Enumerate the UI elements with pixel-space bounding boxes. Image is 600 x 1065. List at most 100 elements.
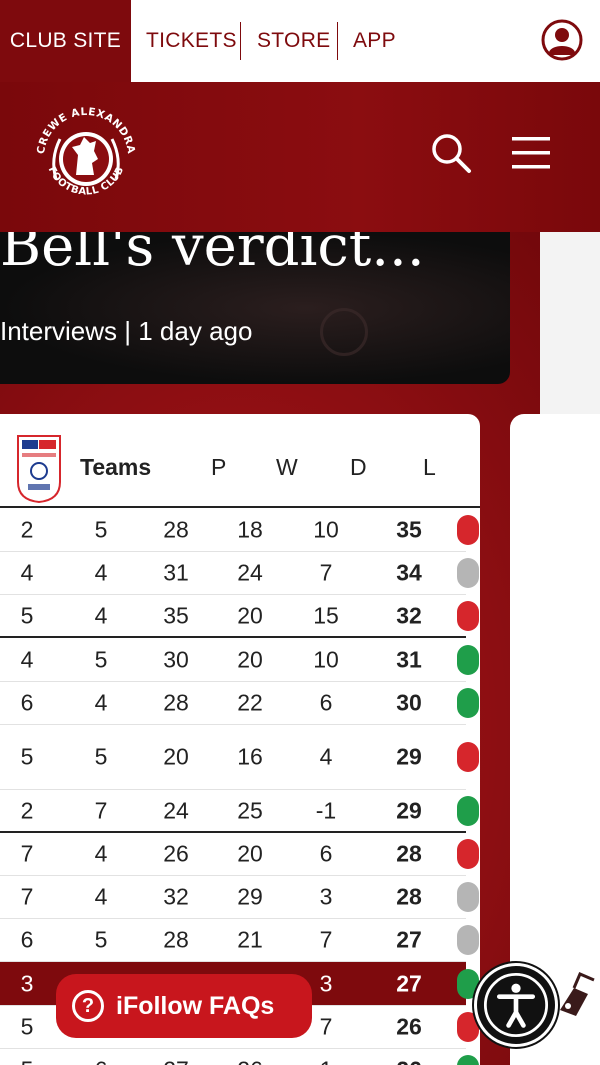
table-row[interactable]: 7 4 26 20 6 28 (0, 833, 479, 876)
drawn-cell: 3 (319, 970, 333, 996)
team-cell: 4 (94, 602, 108, 628)
col-played: P (211, 454, 227, 480)
table-row[interactable]: 2 5 28 18 10 35 (0, 508, 479, 552)
site-header: CREWE ALEXANDRA FOOTBALL CLUB (0, 82, 600, 232)
team-cell: 6 (95, 1057, 108, 1065)
feedback-flag-icon[interactable] (554, 970, 598, 1020)
team-cell: 4 (94, 689, 108, 716)
form-win-icon (457, 644, 479, 675)
table-row[interactable]: 7 4 32 29 3 28 (0, 876, 479, 919)
played-cell: 31 (163, 559, 189, 586)
drawn-cell: -1 (315, 797, 337, 823)
drawn-cell: 7 (319, 1013, 333, 1040)
points-cell: 28 (396, 840, 422, 867)
won-cell: 29 (237, 883, 263, 910)
pos-cell: 7 (20, 840, 34, 867)
won-cell: 16 (237, 743, 263, 770)
points-cell: 32 (396, 602, 422, 628)
pos-cell: 4 (20, 646, 34, 672)
news-title[interactable]: Bell's verdict... (0, 232, 425, 279)
hamburger-menu-icon[interactable] (512, 136, 550, 170)
tickets-link[interactable]: TICKETS (146, 22, 237, 60)
ifollow-faqs-button[interactable]: ? iFollow FAQs (56, 974, 312, 1038)
drawn-cell: 10 (313, 646, 339, 672)
utility-bar: CLUB SITE TICKETS STORE APP (0, 0, 600, 82)
points-cell: 31 (396, 646, 422, 672)
won-cell: 20 (237, 602, 263, 628)
points-cell: 27 (396, 970, 422, 996)
played-cell: 28 (163, 926, 189, 953)
won-cell: 20 (237, 646, 263, 672)
pos-cell: 4 (20, 559, 34, 586)
league-badge-icon (17, 435, 61, 504)
played-cell: 24 (163, 797, 189, 823)
played-cell: 30 (163, 646, 189, 672)
faq-label: iFollow FAQs (116, 991, 275, 1020)
form-loss-icon (457, 514, 479, 545)
won-cell: 18 (237, 516, 263, 542)
table-row[interactable]: 2 7 24 25 -1 29 (0, 790, 479, 833)
table-row[interactable]: 4 4 31 24 7 34 (0, 552, 479, 595)
team-cell: 4 (94, 840, 108, 867)
points-cell: 28 (396, 883, 422, 910)
points-cell: 26 (396, 1057, 422, 1065)
won-cell: 20 (237, 840, 263, 867)
points-cell: 30 (396, 689, 422, 716)
drawn-cell: 6 (319, 840, 333, 867)
table-row[interactable]: 4 5 30 20 10 31 (0, 638, 479, 682)
table-row[interactable]: 6 5 28 21 7 27 (0, 919, 479, 962)
adjacent-card-edge (540, 232, 600, 414)
pos-cell: 3 (20, 970, 34, 996)
pos-cell: 5 (20, 602, 34, 628)
drawn-cell: 3 (319, 883, 333, 910)
pos-cell: 7 (20, 883, 34, 910)
team-cell: 5 (94, 516, 108, 542)
played-cell: 28 (163, 689, 189, 716)
club-site-link[interactable]: CLUB SITE (0, 0, 131, 82)
store-link[interactable]: STORE (257, 22, 330, 60)
col-won: W (276, 454, 298, 480)
points-cell: 35 (396, 516, 422, 542)
pos-cell: 5 (20, 743, 34, 770)
table-row[interactable]: 6 4 28 22 6 30 (0, 682, 479, 725)
won-cell: 24 (237, 559, 263, 586)
points-cell: 34 (396, 559, 422, 586)
table-row[interactable]: 5 6 27 26 1 26 (0, 1049, 479, 1065)
pos-cell: 5 (21, 1057, 34, 1065)
col-lost: L (423, 454, 436, 480)
form-loss-icon (457, 742, 479, 772)
table-row[interactable]: 5 5 20 16 4 29 (0, 725, 479, 790)
points-cell: 29 (396, 743, 422, 770)
table-row[interactable]: 5 4 35 20 15 32 (0, 595, 479, 638)
pos-cell: 2 (20, 797, 34, 823)
crest-watermark-icon (320, 308, 368, 356)
drawn-cell: 7 (319, 926, 333, 953)
drawn-cell: 10 (313, 516, 339, 542)
news-meta: Interviews | 1 day ago (0, 316, 253, 346)
table-header: Teams P W D L (0, 414, 480, 508)
points-cell: 27 (396, 926, 422, 953)
pos-cell: 2 (20, 516, 34, 542)
points-cell: 26 (396, 1013, 422, 1040)
account-icon[interactable] (541, 19, 583, 61)
team-cell: 7 (94, 797, 108, 823)
drawn-cell: 7 (319, 559, 333, 586)
drawn-cell: 15 (313, 602, 339, 628)
won-cell: 25 (237, 797, 263, 823)
help-icon: ? (72, 990, 104, 1022)
team-cell: 4 (94, 559, 108, 586)
nav-divider (337, 22, 338, 60)
team-cell: 5 (94, 743, 108, 770)
team-cell: 4 (94, 883, 108, 910)
col-drawn: D (350, 454, 367, 480)
form-win-icon (457, 688, 479, 718)
played-cell: 20 (163, 743, 189, 770)
search-icon[interactable] (430, 132, 472, 174)
played-cell: 26 (163, 840, 189, 867)
app-link[interactable]: APP (353, 22, 396, 60)
news-card[interactable]: Bell's verdict... Interviews | 1 day ago (0, 232, 510, 384)
col-teams: Teams (80, 454, 152, 480)
club-crest-logo[interactable]: CREWE ALEXANDRA FOOTBALL CLUB (26, 97, 146, 215)
form-draw-icon (457, 882, 479, 912)
accessibility-icon[interactable] (474, 963, 558, 1047)
